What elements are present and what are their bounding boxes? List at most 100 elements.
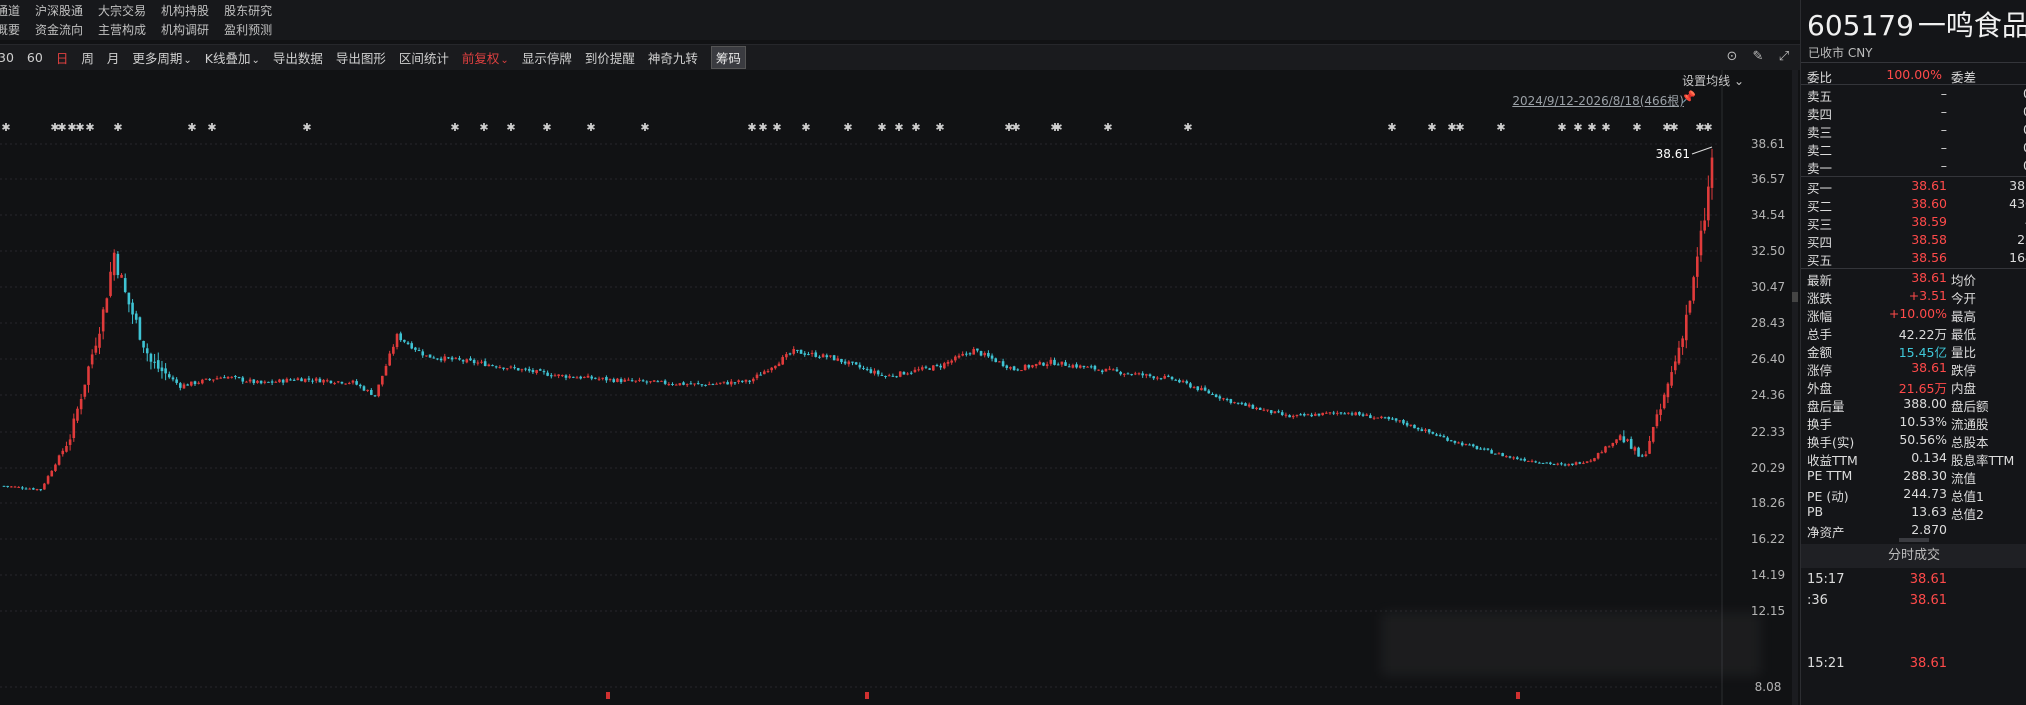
- candle: [123, 273, 127, 294]
- candle: [1505, 455, 1508, 458]
- nav-item-3[interactable]: 机构调研: [161, 21, 209, 38]
- stat-row: 涨跌 +3.51 今开: [1801, 287, 2026, 306]
- candle: [1174, 378, 1178, 381]
- scroll-thumb[interactable]: [1792, 292, 1798, 302]
- candle: [909, 371, 913, 375]
- toolbar-item-0[interactable]: 30: [0, 50, 14, 65]
- toolbar-item-12[interactable]: 到价提醒: [585, 48, 635, 67]
- timesales-header[interactable]: 分时成交: [1801, 544, 2026, 568]
- candle: [289, 378, 292, 381]
- kline-chart[interactable]: 38.61 36.57 34.54 32.50 30.47 28.43 26.40 24.36…: [0, 70, 1800, 705]
- timesales-row: :36 38.61: [1801, 591, 2026, 611]
- nav-item-1[interactable]: 资金流向: [35, 21, 83, 38]
- nav-item-4[interactable]: 股东研究: [224, 2, 272, 19]
- date-range-label[interactable]: 2024/9/12-2026/8/18(466根): [1512, 92, 1684, 109]
- candle: [421, 349, 425, 358]
- candle: [943, 361, 946, 370]
- toolbar-icons: ⊙ ✎ ⤢: [1724, 49, 1792, 65]
- candle: [1659, 403, 1662, 422]
- candle: [715, 382, 718, 385]
- candle: [987, 350, 990, 358]
- chart-scrollbar[interactable]: [1792, 70, 1798, 705]
- ma-settings-button[interactable]: 设置均线 ⌄: [1682, 72, 1744, 89]
- toolbar-item-3[interactable]: 周: [81, 48, 94, 67]
- y-tick-label: 24.36: [1751, 388, 1785, 402]
- nav-item-4[interactable]: 盈利预测: [224, 21, 272, 38]
- nav-item-3[interactable]: 机构持股: [161, 2, 209, 19]
- fullscreen-icon[interactable]: ⤢: [1776, 49, 1792, 65]
- candle: [1409, 424, 1413, 427]
- toolbar-item-9[interactable]: 区间统计: [399, 48, 449, 67]
- candle: [1119, 370, 1122, 376]
- candle: [608, 378, 612, 382]
- candle: [1677, 340, 1681, 366]
- circle-up-icon[interactable]: ⊙: [1724, 49, 1740, 65]
- stock-code: 605179: [1807, 9, 1914, 42]
- candle: [72, 413, 76, 442]
- candle: [1310, 412, 1313, 418]
- candle: [1527, 460, 1530, 462]
- nav-item-1[interactable]: 沪深股通: [35, 2, 83, 19]
- candle: [215, 375, 219, 380]
- candle: [645, 380, 649, 385]
- candle: [884, 375, 887, 379]
- y-tick-label: 14.19: [1751, 568, 1785, 582]
- toolbar-item-14[interactable]: 筹码: [710, 46, 746, 69]
- candle: [120, 273, 123, 278]
- nav-item-0[interactable]: 概要: [0, 21, 20, 38]
- level-price: –: [1940, 140, 1947, 155]
- event-marker: ✱: [877, 121, 886, 134]
- candle: [54, 463, 57, 472]
- candle: [1435, 432, 1438, 437]
- stat-row: PB 13.63 总值2: [1801, 503, 2026, 522]
- toolbar-item-5[interactable]: 更多周期⌄: [132, 48, 191, 67]
- candle: [1258, 407, 1262, 411]
- candle: [79, 393, 83, 415]
- event-marker: ✱: [1601, 121, 1610, 134]
- candle: [318, 377, 322, 383]
- candle: [1200, 385, 1203, 391]
- candle: [208, 378, 211, 381]
- toolbar-item-13[interactable]: 神奇九转: [648, 48, 698, 67]
- toolbar-item-11[interactable]: 显示停牌: [522, 48, 572, 67]
- candle: [1100, 369, 1104, 375]
- candle: [1516, 456, 1519, 460]
- toolbar-item-2[interactable]: 日: [56, 48, 69, 67]
- candle: [700, 384, 704, 387]
- toolbar-item-7[interactable]: 导出数据: [273, 48, 323, 67]
- toolbar-item-8[interactable]: 导出图形: [336, 48, 386, 67]
- kline-chart-area[interactable]: 38.61 36.57 34.54 32.50 30.47 28.43 26.40 24.36…: [0, 70, 1800, 705]
- candle: [1126, 372, 1130, 375]
- toolbar-item-10[interactable]: 前复权⌄: [462, 48, 509, 67]
- toolbar-item-1[interactable]: 60: [27, 50, 43, 65]
- level-price: –: [1940, 158, 1947, 173]
- candle: [865, 366, 869, 372]
- candle: [682, 381, 685, 386]
- candle: [292, 378, 296, 381]
- webi-value: 100.00%: [1886, 67, 1942, 82]
- pin-icon[interactable]: 📌: [1681, 90, 1696, 104]
- candle: [384, 363, 388, 376]
- candle: [1376, 417, 1380, 419]
- nav-item-2[interactable]: 主营构成: [98, 21, 146, 38]
- candle: [1438, 433, 1442, 437]
- toolbar-item-6[interactable]: K线叠加⌄: [205, 48, 260, 67]
- nav-item-0[interactable]: 通道: [0, 2, 20, 19]
- toolbar-item-4[interactable]: 月: [107, 48, 120, 67]
- bottom-event-marker: [606, 692, 610, 699]
- ts-time: 15:17: [1807, 572, 1845, 587]
- candle: [340, 381, 344, 385]
- candle: [752, 377, 755, 384]
- candle: [1075, 362, 1078, 369]
- candle: [1295, 414, 1299, 418]
- panel-resize-handle[interactable]: [1899, 538, 1929, 542]
- candle: [6, 485, 9, 488]
- level-price: 38.61: [1911, 178, 1947, 193]
- candle: [311, 378, 314, 384]
- candle: [983, 351, 987, 358]
- pen-icon[interactable]: ✎: [1750, 49, 1766, 65]
- nav-item-2[interactable]: 大宗交易: [98, 2, 146, 19]
- candle: [1596, 452, 1600, 460]
- candle: [994, 357, 998, 363]
- candle: [586, 373, 590, 378]
